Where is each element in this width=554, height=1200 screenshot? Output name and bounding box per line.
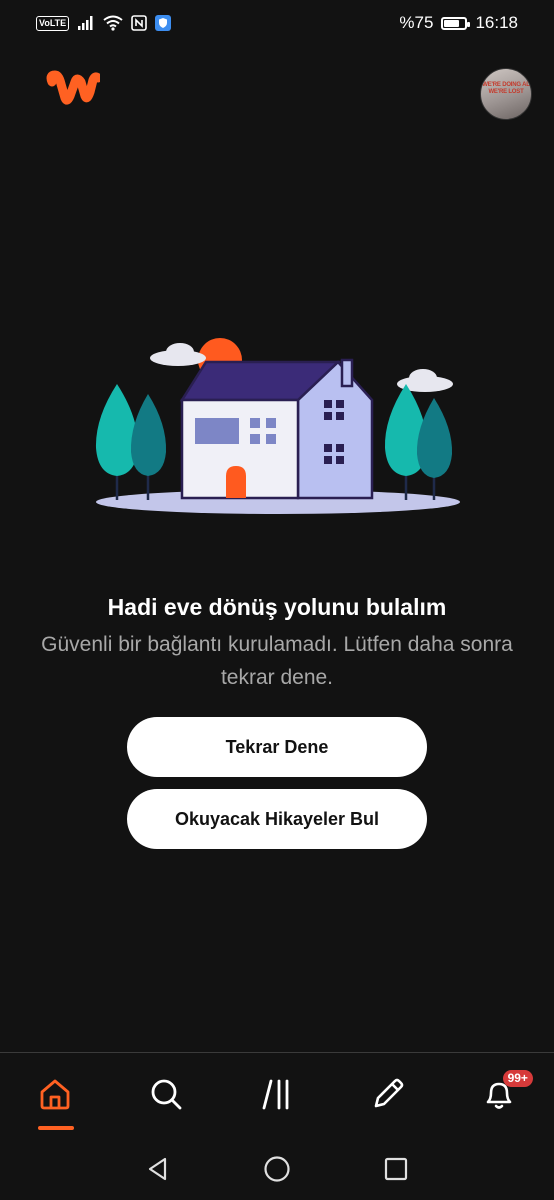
battery-icon	[441, 16, 471, 30]
clock: 16:18	[475, 13, 518, 32]
wifi-icon	[103, 15, 123, 31]
notification-badge: 99+	[502, 1070, 533, 1087]
house-illustration	[90, 336, 464, 523]
library-icon	[262, 1079, 289, 1110]
status-right: %75 16:18	[399, 13, 518, 33]
nav-library[interactable]	[247, 1064, 307, 1124]
pencil-icon	[374, 1078, 404, 1108]
nav-notifications[interactable]: 99+	[469, 1064, 533, 1124]
retry-button[interactable]: Tekrar Dene	[127, 717, 427, 777]
home-icon	[40, 1079, 70, 1110]
bottom-nav: 99+	[0, 1053, 554, 1135]
battery-fill	[444, 19, 459, 27]
shield-icon	[155, 15, 172, 31]
status-left: VoLTE	[36, 15, 172, 31]
recents-icon[interactable]	[383, 1156, 409, 1182]
nav-write[interactable]	[358, 1064, 418, 1124]
back-icon[interactable]	[145, 1156, 171, 1182]
avatar[interactable]: WE'RE DOING AL WE'RE LOST	[480, 68, 532, 120]
system-nav	[0, 1138, 554, 1200]
status-bar: VoLTE %75 16:18	[0, 0, 554, 46]
avatar-text: WE'RE DOING AL WE'RE LOST	[482, 82, 530, 95]
active-tab-indicator	[38, 1126, 74, 1130]
wattpad-logo-icon[interactable]	[46, 70, 103, 115]
app-header: WE'RE DOING AL WE'RE LOST	[0, 60, 554, 126]
nav-search[interactable]	[136, 1064, 196, 1124]
signal-icon	[78, 16, 93, 30]
nav-home[interactable]	[25, 1064, 85, 1124]
volte-badge: VoLTE	[36, 15, 70, 31]
battery-percent: %75	[399, 13, 434, 32]
error-message: Güvenli bir bağlantı kurulamadı. Lütfen …	[41, 633, 513, 689]
search-icon	[151, 1079, 182, 1110]
nfc-icon	[131, 15, 147, 31]
error-title: Hadi eve dönüş yolunu bulalım	[107, 594, 447, 620]
find-stories-button[interactable]: Okuyacak Hikayeler Bul	[127, 789, 427, 849]
home-circle-icon[interactable]	[263, 1155, 291, 1183]
